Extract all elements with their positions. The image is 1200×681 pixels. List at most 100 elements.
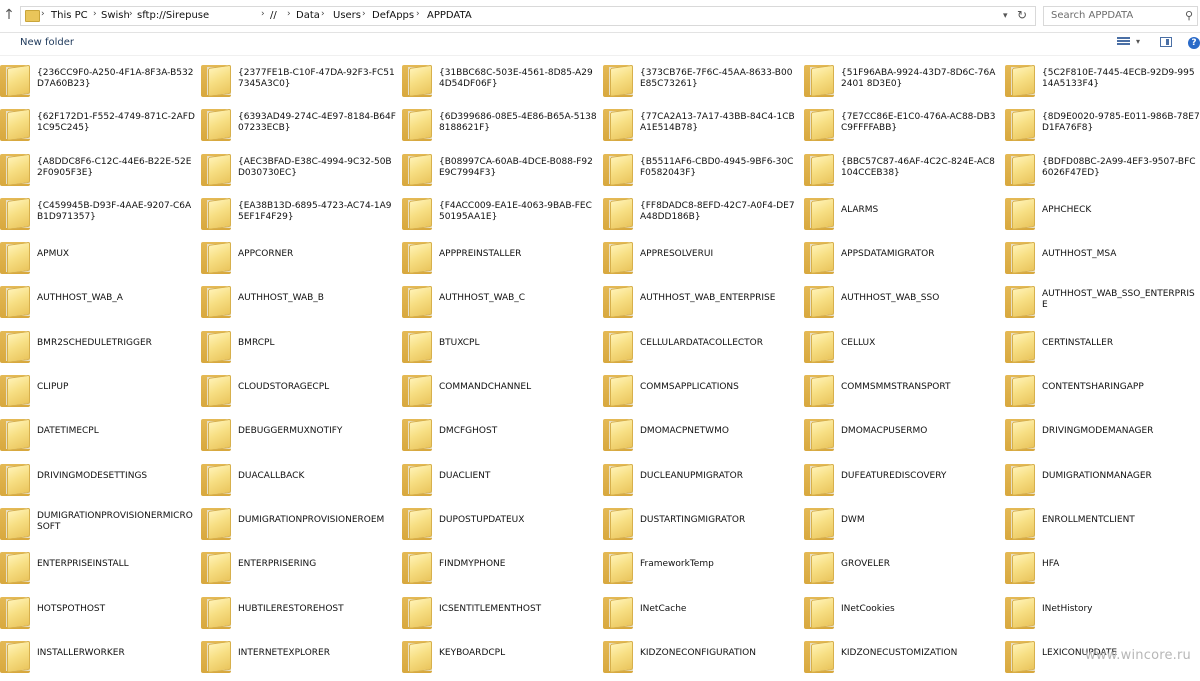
folder-item[interactable]: {BBC57C87-46AF-4C2C-824E-AC8104CCEB38}: [804, 148, 1005, 192]
breadcrumb-users[interactable]: Users: [333, 10, 361, 21]
folder-item[interactable]: APMUX: [0, 236, 201, 280]
folder-item[interactable]: KIDZONECUSTOMIZATION: [804, 635, 1005, 679]
folder-item[interactable]: {5C2F810E-7445-4ECB-92D9-99514A5133F4}: [1005, 59, 1200, 103]
folder-item[interactable]: COMMANDCHANNEL: [402, 369, 603, 413]
folder-item[interactable]: DMOMACPNETWMO: [603, 413, 804, 457]
folder-item[interactable]: COMMSAPPLICATIONS: [603, 369, 804, 413]
folder-item[interactable]: {373CB76E-7F6C-45AA-8633-B00E85C73261}: [603, 59, 804, 103]
view-dropdown-icon[interactable]: ▾: [1136, 37, 1140, 46]
breadcrumb-root[interactable]: //: [270, 10, 277, 21]
folder-item[interactable]: {6393AD49-274C-4E97-8184-B64F07233ECB}: [201, 103, 402, 147]
folder-item[interactable]: CONTENTSHARINGAPP: [1005, 369, 1200, 413]
folder-item[interactable]: AUTHHOST_WAB_SSO: [804, 280, 1005, 324]
folder-item[interactable]: ALARMS: [804, 192, 1005, 236]
folder-item[interactable]: DMOMACPUSERMO: [804, 413, 1005, 457]
folder-item[interactable]: {6D399686-08E5-4E86-B65A-51388188621F}: [402, 103, 603, 147]
folder-item[interactable]: CERTINSTALLER: [1005, 325, 1200, 369]
folder-item[interactable]: DRIVINGMODEMANAGER: [1005, 413, 1200, 457]
folder-item[interactable]: DUCLEANUPMIGRATOR: [603, 458, 804, 502]
folder-item[interactable]: INetHistory: [1005, 591, 1200, 635]
folder-item[interactable]: DUFEATUREDISCOVERY: [804, 458, 1005, 502]
folder-item[interactable]: {FF8DADC8-8EFD-42C7-A0F4-DE7A48DD186B}: [603, 192, 804, 236]
folder-item[interactable]: KEYBOARDCPL: [402, 635, 603, 679]
preview-pane-icon[interactable]: [1160, 37, 1172, 47]
folder-item[interactable]: {7E7CC86E-E1C0-476A-AC88-DB3C9FFFFABB}: [804, 103, 1005, 147]
folder-item[interactable]: DUSTARTINGMIGRATOR: [603, 502, 804, 546]
view-options-icon[interactable]: [1117, 37, 1130, 48]
breadcrumb-defapps[interactable]: DefApps: [372, 10, 414, 21]
folder-item[interactable]: {31BBC68C-503E-4561-8D85-A294D54DF06F}: [402, 59, 603, 103]
folder-item[interactable]: BMR2SCHEDULETRIGGER: [0, 325, 201, 369]
folder-item[interactable]: {77CA2A13-7A17-43BB-84C4-1CBA1E514B78}: [603, 103, 804, 147]
folder-item[interactable]: AUTHHOST_MSA: [1005, 236, 1200, 280]
breadcrumb-appdata[interactable]: APPDATA: [427, 10, 472, 21]
folder-item[interactable]: CLIPUP: [0, 369, 201, 413]
folder-item[interactable]: AUTHHOST_WAB_C: [402, 280, 603, 324]
folder-item[interactable]: APPSDATAMIGRATOR: [804, 236, 1005, 280]
folder-item[interactable]: {EA38B13D-6895-4723-AC74-1A95EF1F4F29}: [201, 192, 402, 236]
up-arrow-icon[interactable]: ↑: [2, 7, 16, 23]
folder-item[interactable]: DATETIMECPL: [0, 413, 201, 457]
breadcrumb-swish[interactable]: Swish: [101, 10, 130, 21]
folder-item[interactable]: DUACALLBACK: [201, 458, 402, 502]
folder-item[interactable]: DUMIGRATIONMANAGER: [1005, 458, 1200, 502]
folder-item[interactable]: {B08997CA-60AB-4DCE-B088-F92E9C7994F3}: [402, 148, 603, 192]
folder-item[interactable]: {A8DDC8F6-C12C-44E6-B22E-52E2F0905F3E}: [0, 148, 201, 192]
folder-item[interactable]: DRIVINGMODESETTINGS: [0, 458, 201, 502]
folder-item[interactable]: CLOUDSTORAGECPL: [201, 369, 402, 413]
address-dropdown-icon[interactable]: ▾: [1003, 11, 1008, 21]
folder-item[interactable]: HUBTILERESTOREHOST: [201, 591, 402, 635]
folder-item[interactable]: FrameworkTemp: [603, 546, 804, 590]
folder-item[interactable]: ENTERPRISERING: [201, 546, 402, 590]
folder-item[interactable]: ENROLLMENTCLIENT: [1005, 502, 1200, 546]
folder-item[interactable]: DMCFGHOST: [402, 413, 603, 457]
folder-item[interactable]: HFA: [1005, 546, 1200, 590]
folder-item[interactable]: ENTERPRISEINSTALL: [0, 546, 201, 590]
folder-item[interactable]: APPCORNER: [201, 236, 402, 280]
address-bar[interactable]: › This PC › Swish › sftp://Sirepuse › //…: [20, 6, 1036, 26]
folder-item[interactable]: {BDFD08BC-2A99-4EF3-9507-BFC6026F47ED}: [1005, 148, 1200, 192]
folder-item[interactable]: APHCHECK: [1005, 192, 1200, 236]
folder-item[interactable]: KIDZONECONFIGURATION: [603, 635, 804, 679]
refresh-icon[interactable]: ↻: [1017, 8, 1027, 22]
folder-item[interactable]: {62F172D1-F552-4749-871C-2AFD1C95C245}: [0, 103, 201, 147]
new-folder-button[interactable]: New folder: [20, 37, 74, 48]
folder-item[interactable]: AUTHHOST_WAB_A: [0, 280, 201, 324]
folder-item[interactable]: {51F96ABA-9924-43D7-8D6C-76A2401 8D3E0}: [804, 59, 1005, 103]
folder-item[interactable]: {C459945B-D93F-4AAE-9207-C6AB1D971357}: [0, 192, 201, 236]
folder-item[interactable]: DUMIGRATIONPROVISIONERMICROSOFT: [0, 502, 201, 546]
folder-item[interactable]: {F4ACC009-EA1E-4063-9BAB-FEC50195AA1E}: [402, 192, 603, 236]
folder-item[interactable]: DUACLIENT: [402, 458, 603, 502]
folder-item[interactable]: CELLULARDATACOLLECTOR: [603, 325, 804, 369]
folder-item[interactable]: {2377FE1B-C10F-47DA-92F3-FC517345A3C0}: [201, 59, 402, 103]
folder-item[interactable]: {236CC9F0-A250-4F1A-8F3A-B532D7A60B23}: [0, 59, 201, 103]
folder-item[interactable]: INTERNETEXPLORER: [201, 635, 402, 679]
folder-item[interactable]: AUTHHOST_WAB_SSO_ENTERPRISE: [1005, 280, 1200, 324]
folder-item[interactable]: {8D9E0020-9785-E011-986B-78E7D1FA76F8}: [1005, 103, 1200, 147]
folder-item[interactable]: HOTSPOTHOST: [0, 591, 201, 635]
breadcrumb-this-pc[interactable]: This PC: [51, 10, 88, 21]
help-icon[interactable]: ?: [1188, 37, 1200, 49]
breadcrumb-sftp[interactable]: sftp://Sirepuse: [137, 10, 209, 21]
folder-item[interactable]: BTUXCPL: [402, 325, 603, 369]
breadcrumb-data[interactable]: Data: [296, 10, 320, 21]
folder-item[interactable]: DEBUGGERMUXNOTIFY: [201, 413, 402, 457]
folder-item[interactable]: DWM: [804, 502, 1005, 546]
folder-item[interactable]: ICSENTITLEMENTHOST: [402, 591, 603, 635]
folder-item[interactable]: {AEC3BFAD-E38C-4994-9C32-50BD030730EC}: [201, 148, 402, 192]
folder-item[interactable]: INSTALLERWORKER: [0, 635, 201, 679]
folder-item[interactable]: GROVELER: [804, 546, 1005, 590]
folder-item[interactable]: INetCookies: [804, 591, 1005, 635]
folder-item[interactable]: {B5511AF6-CBD0-4945-9BF6-30CF0582043F}: [603, 148, 804, 192]
folder-item[interactable]: COMMSMMSTRANSPORT: [804, 369, 1005, 413]
search-input[interactable]: Search APPDATA ⚲: [1043, 6, 1198, 26]
folder-item[interactable]: CELLUX: [804, 325, 1005, 369]
folder-item[interactable]: APPRESOLVERUI: [603, 236, 804, 280]
folder-item[interactable]: AUTHHOST_WAB_ENTERPRISE: [603, 280, 804, 324]
folder-item[interactable]: DUPOSTUPDATEUX: [402, 502, 603, 546]
folder-item[interactable]: INetCache: [603, 591, 804, 635]
folder-item[interactable]: FINDMYPHONE: [402, 546, 603, 590]
folder-item[interactable]: AUTHHOST_WAB_B: [201, 280, 402, 324]
folder-item[interactable]: BMRCPL: [201, 325, 402, 369]
folder-item[interactable]: DUMIGRATIONPROVISIONEROEM: [201, 502, 402, 546]
